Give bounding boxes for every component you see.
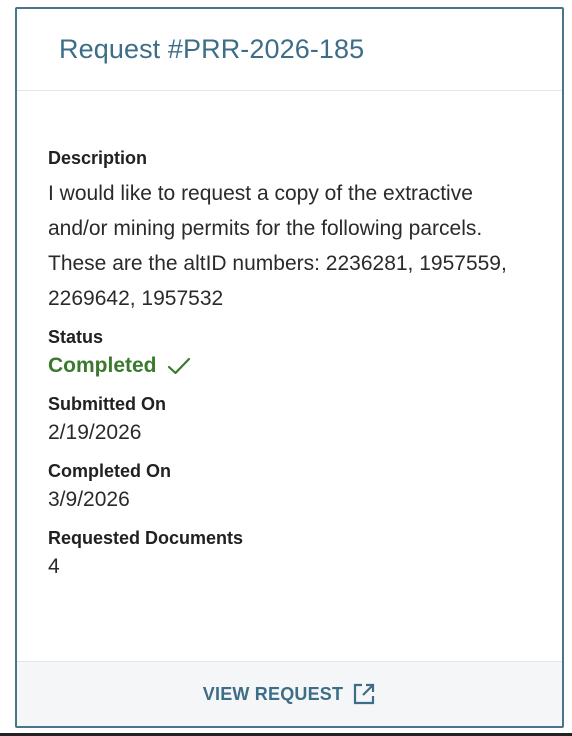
card-footer: VIEW REQUEST xyxy=(17,661,562,726)
status-row: Completed xyxy=(48,348,562,383)
description-field: Description I would like to request a co… xyxy=(48,147,562,316)
requested-documents-label: Requested Documents xyxy=(48,528,244,548)
status-label: Status xyxy=(48,327,104,347)
completed-on-field: Completed On 3/9/2026 xyxy=(48,460,562,517)
submitted-on-field: Submitted On 2/19/2026 xyxy=(48,393,562,450)
status-field: Status Completed xyxy=(48,326,562,383)
description-value: I would like to request a copy of the ex… xyxy=(48,182,507,310)
card-header: Request #PRR-2026-185 xyxy=(17,9,562,91)
status-value: Completed xyxy=(48,353,157,377)
completed-on-label: Completed On xyxy=(48,461,172,481)
view-request-label: VIEW REQUEST xyxy=(202,683,344,704)
check-icon xyxy=(167,356,191,376)
view-request-button[interactable]: VIEW REQUEST xyxy=(203,682,376,706)
requested-documents-field: Requested Documents 4 xyxy=(48,527,562,584)
request-title: Request #PRR-2026-185 xyxy=(59,34,365,64)
external-link-icon xyxy=(352,682,376,706)
submitted-on-value: 2/19/2026 xyxy=(48,421,142,444)
requested-documents-value: 4 xyxy=(48,555,60,578)
request-card: Request #PRR-2026-185 Description I woul… xyxy=(15,7,564,728)
page: Request #PRR-2026-185 Description I woul… xyxy=(0,0,572,736)
submitted-on-label: Submitted On xyxy=(48,394,166,414)
description-label: Description xyxy=(48,148,148,168)
card-body: Description I would like to request a co… xyxy=(17,91,562,584)
completed-on-value: 3/9/2026 xyxy=(48,488,130,511)
